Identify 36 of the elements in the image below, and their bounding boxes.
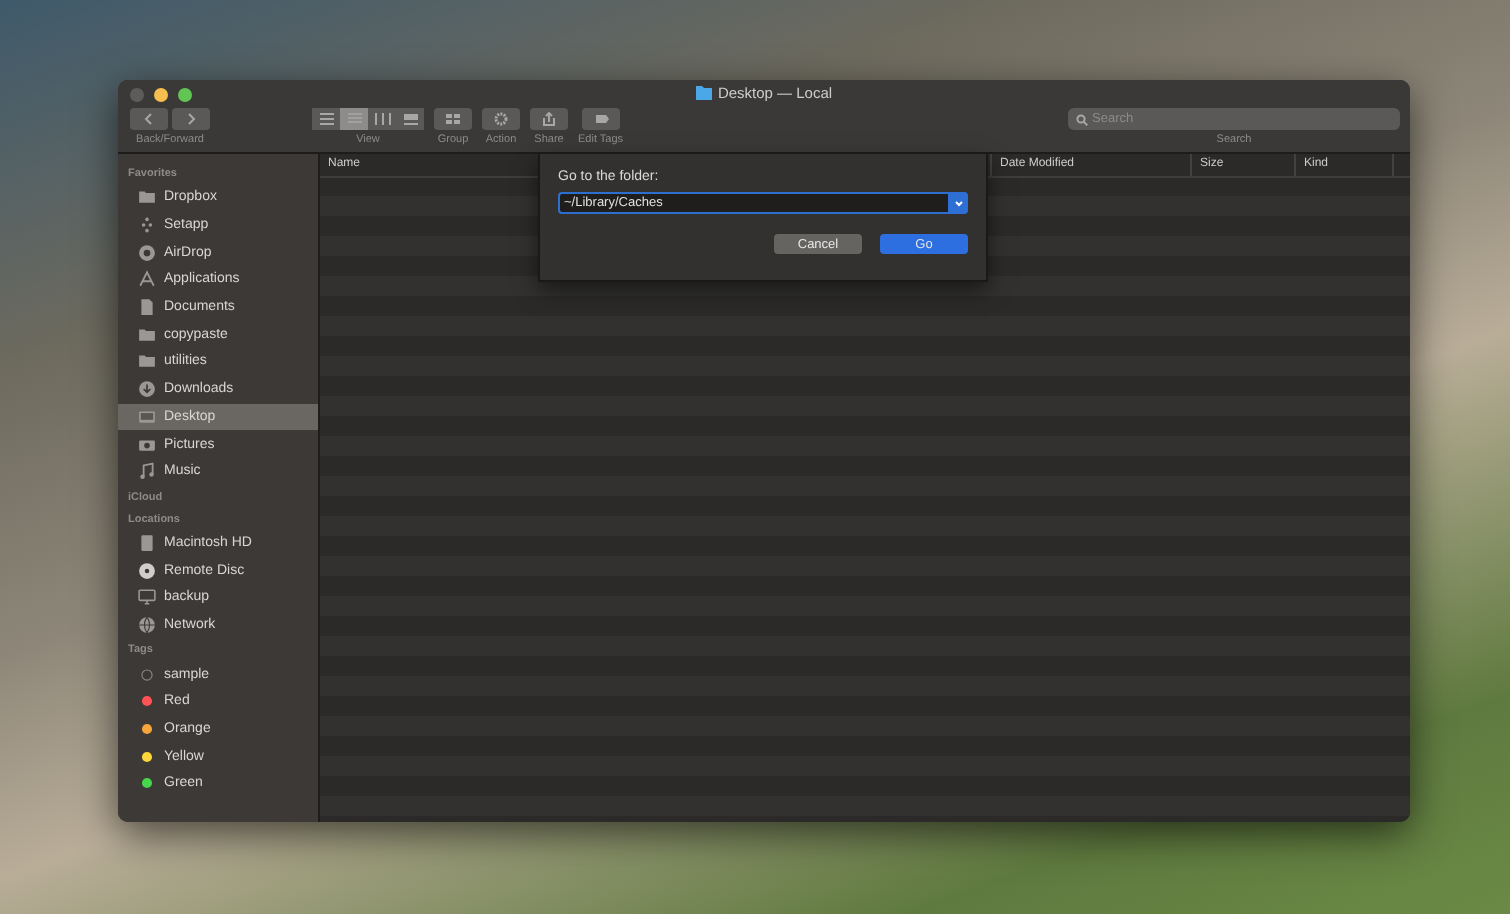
chevron-right-icon	[182, 112, 200, 126]
share-button[interactable]	[530, 108, 568, 130]
tag-icon	[591, 112, 610, 126]
edit-tags-button[interactable]	[581, 108, 620, 130]
document-icon	[138, 298, 156, 317]
dropdown-toggle[interactable]	[948, 192, 968, 214]
grid-icon	[444, 112, 462, 126]
chevron-down-icon	[953, 199, 963, 207]
letter-a-icon	[138, 270, 156, 289]
folder-icon	[695, 86, 712, 100]
drive-icon	[138, 533, 156, 552]
back-button[interactable]	[130, 108, 168, 130]
monitor-icon	[138, 588, 156, 607]
music-note-icon	[138, 462, 156, 481]
view-mode-button[interactable]	[312, 108, 340, 130]
gallery-view-icon	[401, 112, 419, 126]
chevron-left-icon	[140, 112, 158, 126]
gear-icon	[492, 112, 510, 126]
desktop-icon	[138, 407, 156, 426]
minimize-button[interactable]	[154, 88, 168, 102]
close-button[interactable]	[130, 88, 144, 102]
folder-icon	[138, 188, 156, 207]
action-button[interactable]	[482, 108, 520, 130]
dots-icon	[138, 216, 156, 235]
forward-button[interactable]	[172, 108, 210, 130]
download-icon	[138, 380, 156, 399]
airdrop-icon	[138, 243, 156, 262]
disc-icon	[138, 561, 156, 580]
share-icon	[540, 112, 558, 126]
group-button[interactable]	[434, 108, 472, 130]
globe-icon	[138, 615, 156, 634]
view-mode-button[interactable]	[396, 108, 424, 130]
view-mode-button[interactable]	[368, 108, 396, 130]
columns-view-icon	[373, 112, 391, 126]
zoom-button[interactable]	[178, 88, 192, 102]
camera-icon	[138, 435, 156, 454]
